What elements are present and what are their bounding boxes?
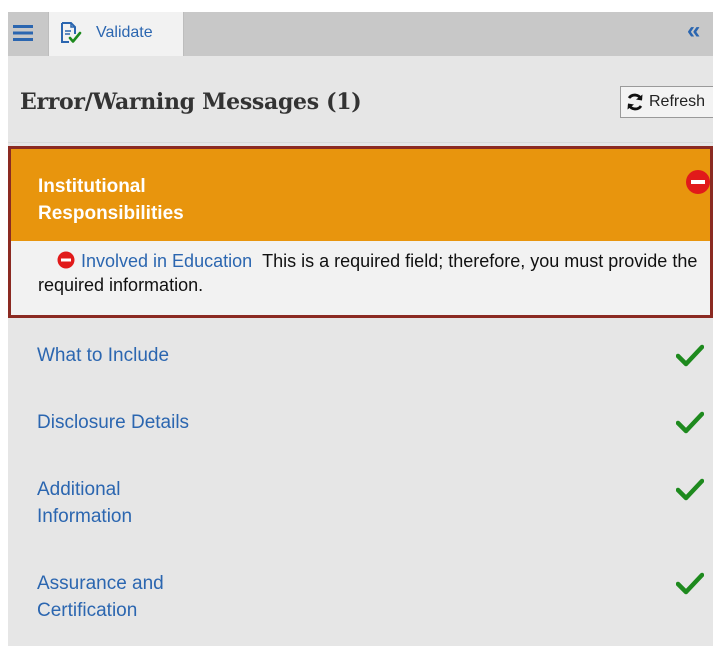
section-label: Additional Information	[37, 479, 133, 527]
error-icon	[57, 251, 75, 269]
section-disclosure-details[interactable]: Disclosure Details	[8, 409, 713, 469]
section-additional-information[interactable]: Additional Information	[8, 476, 713, 536]
check-icon	[676, 572, 704, 595]
error-section-header[interactable]: Institutional Responsibilities	[11, 149, 710, 241]
section-title: Institutional Responsibilities	[38, 176, 184, 224]
tab-validate[interactable]: Validate	[48, 12, 184, 56]
refresh-button[interactable]: Refresh	[620, 86, 713, 118]
tab-label: Validate	[96, 24, 153, 41]
validation-panel: Validate « Error/Warning Messages (1) Re…	[8, 12, 713, 646]
tab-bar: Validate «	[8, 12, 713, 56]
refresh-label: Refresh	[649, 93, 706, 110]
error-icon	[686, 170, 710, 194]
hamburger-icon[interactable]	[12, 22, 34, 44]
section-what-to-include[interactable]: What to Include	[8, 342, 713, 402]
section-label: What to Include	[37, 345, 170, 366]
check-icon	[676, 344, 704, 367]
section-label: Disclosure Details	[37, 412, 190, 433]
page-title: Error/Warning Messages (1)	[20, 89, 362, 115]
check-icon	[676, 411, 704, 434]
field-link-involved-in-education[interactable]: Involved in Education	[81, 251, 252, 271]
collapse-panel-icon[interactable]: «	[687, 18, 713, 44]
section-assurance-and-certification[interactable]: Assurance and Certification	[8, 570, 713, 630]
error-message: Involved in Education This is a required …	[38, 249, 698, 297]
validate-document-icon	[61, 22, 82, 43]
refresh-icon	[627, 93, 643, 111]
section-label: Assurance and Certification	[37, 573, 164, 621]
messages-header: Error/Warning Messages (1) Refresh	[8, 56, 713, 143]
error-section-institutional-responsibilities: Institutional Responsibilities Involved …	[8, 146, 713, 318]
check-icon	[676, 478, 704, 501]
